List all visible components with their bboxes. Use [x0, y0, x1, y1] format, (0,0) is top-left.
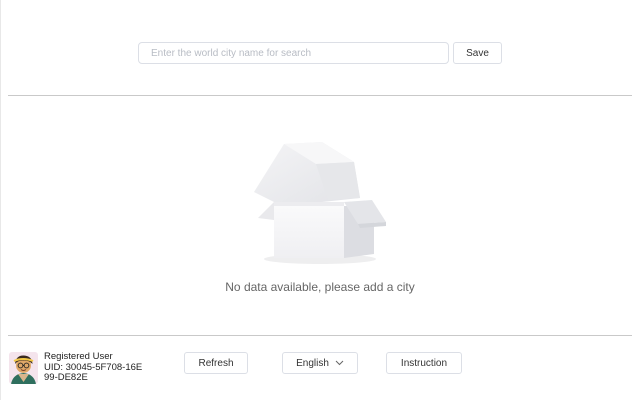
top-divider: [8, 95, 632, 96]
refresh-button[interactable]: Refresh: [184, 352, 248, 374]
language-select[interactable]: English: [282, 352, 358, 374]
save-button[interactable]: Save: [453, 42, 502, 64]
chevron-down-icon: [335, 358, 344, 368]
window-edge: [0, 0, 1, 400]
avatar: [9, 352, 38, 384]
user-uid: UID: 30045-5F708-16E99-DE82E: [44, 361, 143, 383]
empty-state-message: No data available, please add a city: [225, 280, 415, 294]
user-info: Registered User UID: 30045-5F708-16E99-D…: [9, 351, 144, 384]
user-title: Registered User: [44, 351, 113, 362]
city-search-input[interactable]: [138, 42, 449, 64]
popup-page: Save: [0, 0, 640, 400]
instruction-button[interactable]: Instruction: [386, 352, 462, 374]
bottom-divider: [8, 335, 632, 336]
empty-box-icon: [248, 140, 392, 268]
search-bar: Save: [138, 42, 502, 64]
language-label: English: [296, 357, 329, 369]
user-details: Registered User UID: 30045-5F708-16E99-D…: [44, 351, 144, 384]
